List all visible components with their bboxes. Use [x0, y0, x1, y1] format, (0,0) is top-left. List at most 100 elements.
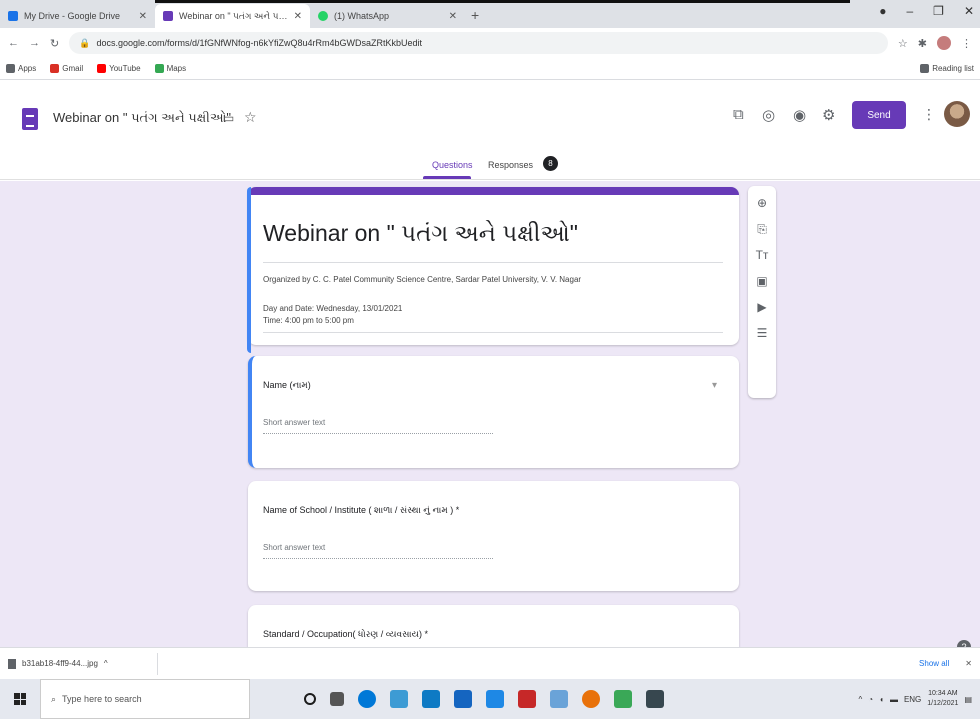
notifications-icon[interactable]: ▤ [964, 695, 972, 704]
extensions-icon[interactable]: ✱ [918, 37, 927, 50]
cortana-icon[interactable] [304, 693, 316, 705]
add-video-icon[interactable]: ▶ [757, 300, 766, 314]
app-icon[interactable] [486, 690, 504, 708]
taskbar-search[interactable]: ⌕ Type here to search [40, 679, 250, 719]
show-all-button[interactable]: Show all [911, 655, 957, 672]
tab-drive[interactable]: My Drive - Google Drive ✕ [0, 4, 155, 28]
app-icon[interactable] [550, 690, 568, 708]
windows-logo-icon [14, 693, 26, 705]
language-icon[interactable]: ENG [904, 695, 921, 704]
question-card-school[interactable]: Name of School / Institute ( શાળા / સંસ્… [248, 481, 739, 591]
address-bar: ← → ↻ 🔒 docs.google.com/forms/d/1fGNfWNf… [0, 28, 980, 58]
bookmark-youtube[interactable]: YouTube [97, 64, 141, 73]
add-title-icon[interactable]: Tт [756, 248, 769, 262]
clock[interactable]: 10:34 AM 1/12/2021 [927, 689, 958, 709]
file-icon [8, 658, 16, 669]
tab-responses[interactable]: Responses [488, 160, 533, 170]
settings-gear-icon[interactable]: ⚙ [822, 106, 835, 124]
tab-form[interactable]: Webinar on " પતંગ અને પક્ષીઓ" ✕ [155, 4, 310, 28]
download-bar: b31ab18-4ff9-44...jpg ^ Show all ✕ [0, 647, 980, 679]
question-card-occupation[interactable]: Standard / Occupation( ધોરણ / વ્યવસાય) * [248, 605, 739, 647]
form-description-line[interactable]: Organized by C. C. Patel Community Scien… [263, 275, 581, 284]
clock-time: 10:34 AM [928, 690, 958, 697]
divider [263, 332, 723, 333]
tab-whatsapp[interactable]: (1) WhatsApp ✕ [310, 4, 465, 28]
form-description-line[interactable]: Time: 4:00 pm to 5:00 pm [263, 316, 354, 325]
addon-icon[interactable]: ⧉ [733, 106, 744, 123]
forward-icon[interactable]: → [29, 37, 40, 49]
form-title-card[interactable]: Webinar on " પતંગ અને પક્ષીઓ" Organized … [247, 187, 739, 353]
profile-icon[interactable] [937, 36, 951, 50]
question-label[interactable]: Name of School / Institute ( શાળા / સંસ્… [263, 505, 459, 516]
url-field[interactable]: 🔒 docs.google.com/forms/d/1fGNfWNfog-n6k… [69, 32, 888, 54]
tab-questions[interactable]: Questions [432, 160, 473, 170]
add-section-icon[interactable]: ☰ [757, 326, 768, 340]
task-view-icon[interactable] [330, 692, 344, 706]
close-tab-icon[interactable]: ✕ [294, 11, 302, 22]
send-button[interactable]: Send [852, 101, 906, 129]
back-icon[interactable]: ← [8, 37, 19, 49]
menu-icon[interactable]: ⋮ [961, 37, 972, 50]
apps-icon [6, 64, 15, 73]
star-icon[interactable]: ☆ [244, 109, 257, 126]
more-options-icon[interactable]: ⋮ [922, 106, 936, 123]
add-question-icon[interactable]: ⊕ [757, 196, 767, 210]
acrobat-icon[interactable] [518, 690, 536, 708]
whatsapp-icon [318, 11, 328, 21]
start-button[interactable] [0, 679, 40, 719]
reload-icon[interactable]: ↻ [50, 37, 59, 50]
chevron-up-icon[interactable]: ^ [104, 659, 108, 668]
window-controls: ● – ❐ ✕ [879, 4, 974, 18]
chevron-up-icon[interactable]: ^ [858, 695, 862, 704]
question-label[interactable]: Name (નામ) [263, 380, 311, 391]
account-avatar[interactable] [944, 101, 970, 127]
search-placeholder: Type here to search [62, 694, 142, 704]
bookmark-star-icon[interactable]: ☆ [898, 37, 908, 50]
new-tab-button[interactable]: + [471, 4, 479, 28]
app-icon[interactable] [614, 690, 632, 708]
tab-title: Webinar on " પતંગ અને પક્ષીઓ" [179, 10, 288, 21]
record-icon[interactable]: ● [879, 4, 886, 18]
close-tab-icon[interactable]: ✕ [449, 11, 457, 22]
download-item[interactable]: b31ab18-4ff9-44...jpg ^ [8, 652, 158, 675]
form-document-name[interactable]: Webinar on " પતંગ અને પક્ષીઓ" [53, 110, 231, 126]
reading-list[interactable]: Reading list [920, 64, 974, 73]
minimize-button[interactable]: – [906, 4, 913, 18]
google-forms-icon[interactable] [22, 108, 38, 130]
form-description-line[interactable]: Day and Date: Wednesday, 13/01/2021 [263, 304, 402, 313]
chrome-icon[interactable] [582, 690, 600, 708]
question-label[interactable]: Standard / Occupation( ધોરણ / વ્યવસાય) * [263, 629, 428, 640]
download-filename: b31ab18-4ff9-44...jpg [22, 659, 98, 668]
volume-icon[interactable]: ◖ [879, 695, 884, 704]
close-download-bar-icon[interactable]: ✕ [965, 659, 972, 668]
tab-title: My Drive - Google Drive [24, 11, 121, 21]
tab-title: (1) WhatsApp [334, 11, 390, 21]
close-tab-icon[interactable]: ✕ [139, 11, 147, 22]
close-window-button[interactable]: ✕ [964, 4, 974, 18]
battery-icon[interactable]: ▬ [890, 695, 898, 704]
question-toolbar: ⊕ ⎘ Tт ▣ ▶ ☰ [748, 186, 776, 398]
question-menu-icon[interactable]: ▾ [712, 380, 717, 391]
import-questions-icon[interactable]: ⎘ [757, 222, 767, 236]
url-text: docs.google.com/forms/d/1fGNfWNfog-n6kYf… [96, 38, 423, 48]
photos-icon[interactable] [646, 690, 664, 708]
network-icon[interactable]: ◔ [868, 695, 873, 704]
folder-icon[interactable]: ▭ [223, 111, 234, 125]
bookmark-gmail[interactable]: Gmail [50, 64, 83, 73]
top-strip [155, 0, 850, 3]
form-title[interactable]: Webinar on " પતંગ અને પક્ષીઓ" [263, 220, 578, 247]
bookmark-maps[interactable]: Maps [154, 64, 186, 73]
word-icon[interactable] [454, 690, 472, 708]
store-icon[interactable] [390, 690, 408, 708]
add-image-icon[interactable]: ▣ [756, 274, 767, 288]
palette-icon[interactable]: ◎ [762, 106, 775, 124]
explorer-icon[interactable] [422, 690, 440, 708]
bookmarks-bar: Apps Gmail YouTube Maps Reading list [0, 58, 980, 80]
reading-list-icon [920, 64, 930, 73]
maximize-button[interactable]: ❐ [933, 4, 944, 18]
edge-icon[interactable] [358, 690, 376, 708]
preview-eye-icon[interactable]: ◉ [793, 106, 806, 124]
bookmark-apps[interactable]: Apps [6, 64, 36, 73]
question-card-name[interactable]: Name (નામ) ▾ Short answer text [248, 356, 739, 468]
active-tab-indicator [423, 176, 471, 179]
